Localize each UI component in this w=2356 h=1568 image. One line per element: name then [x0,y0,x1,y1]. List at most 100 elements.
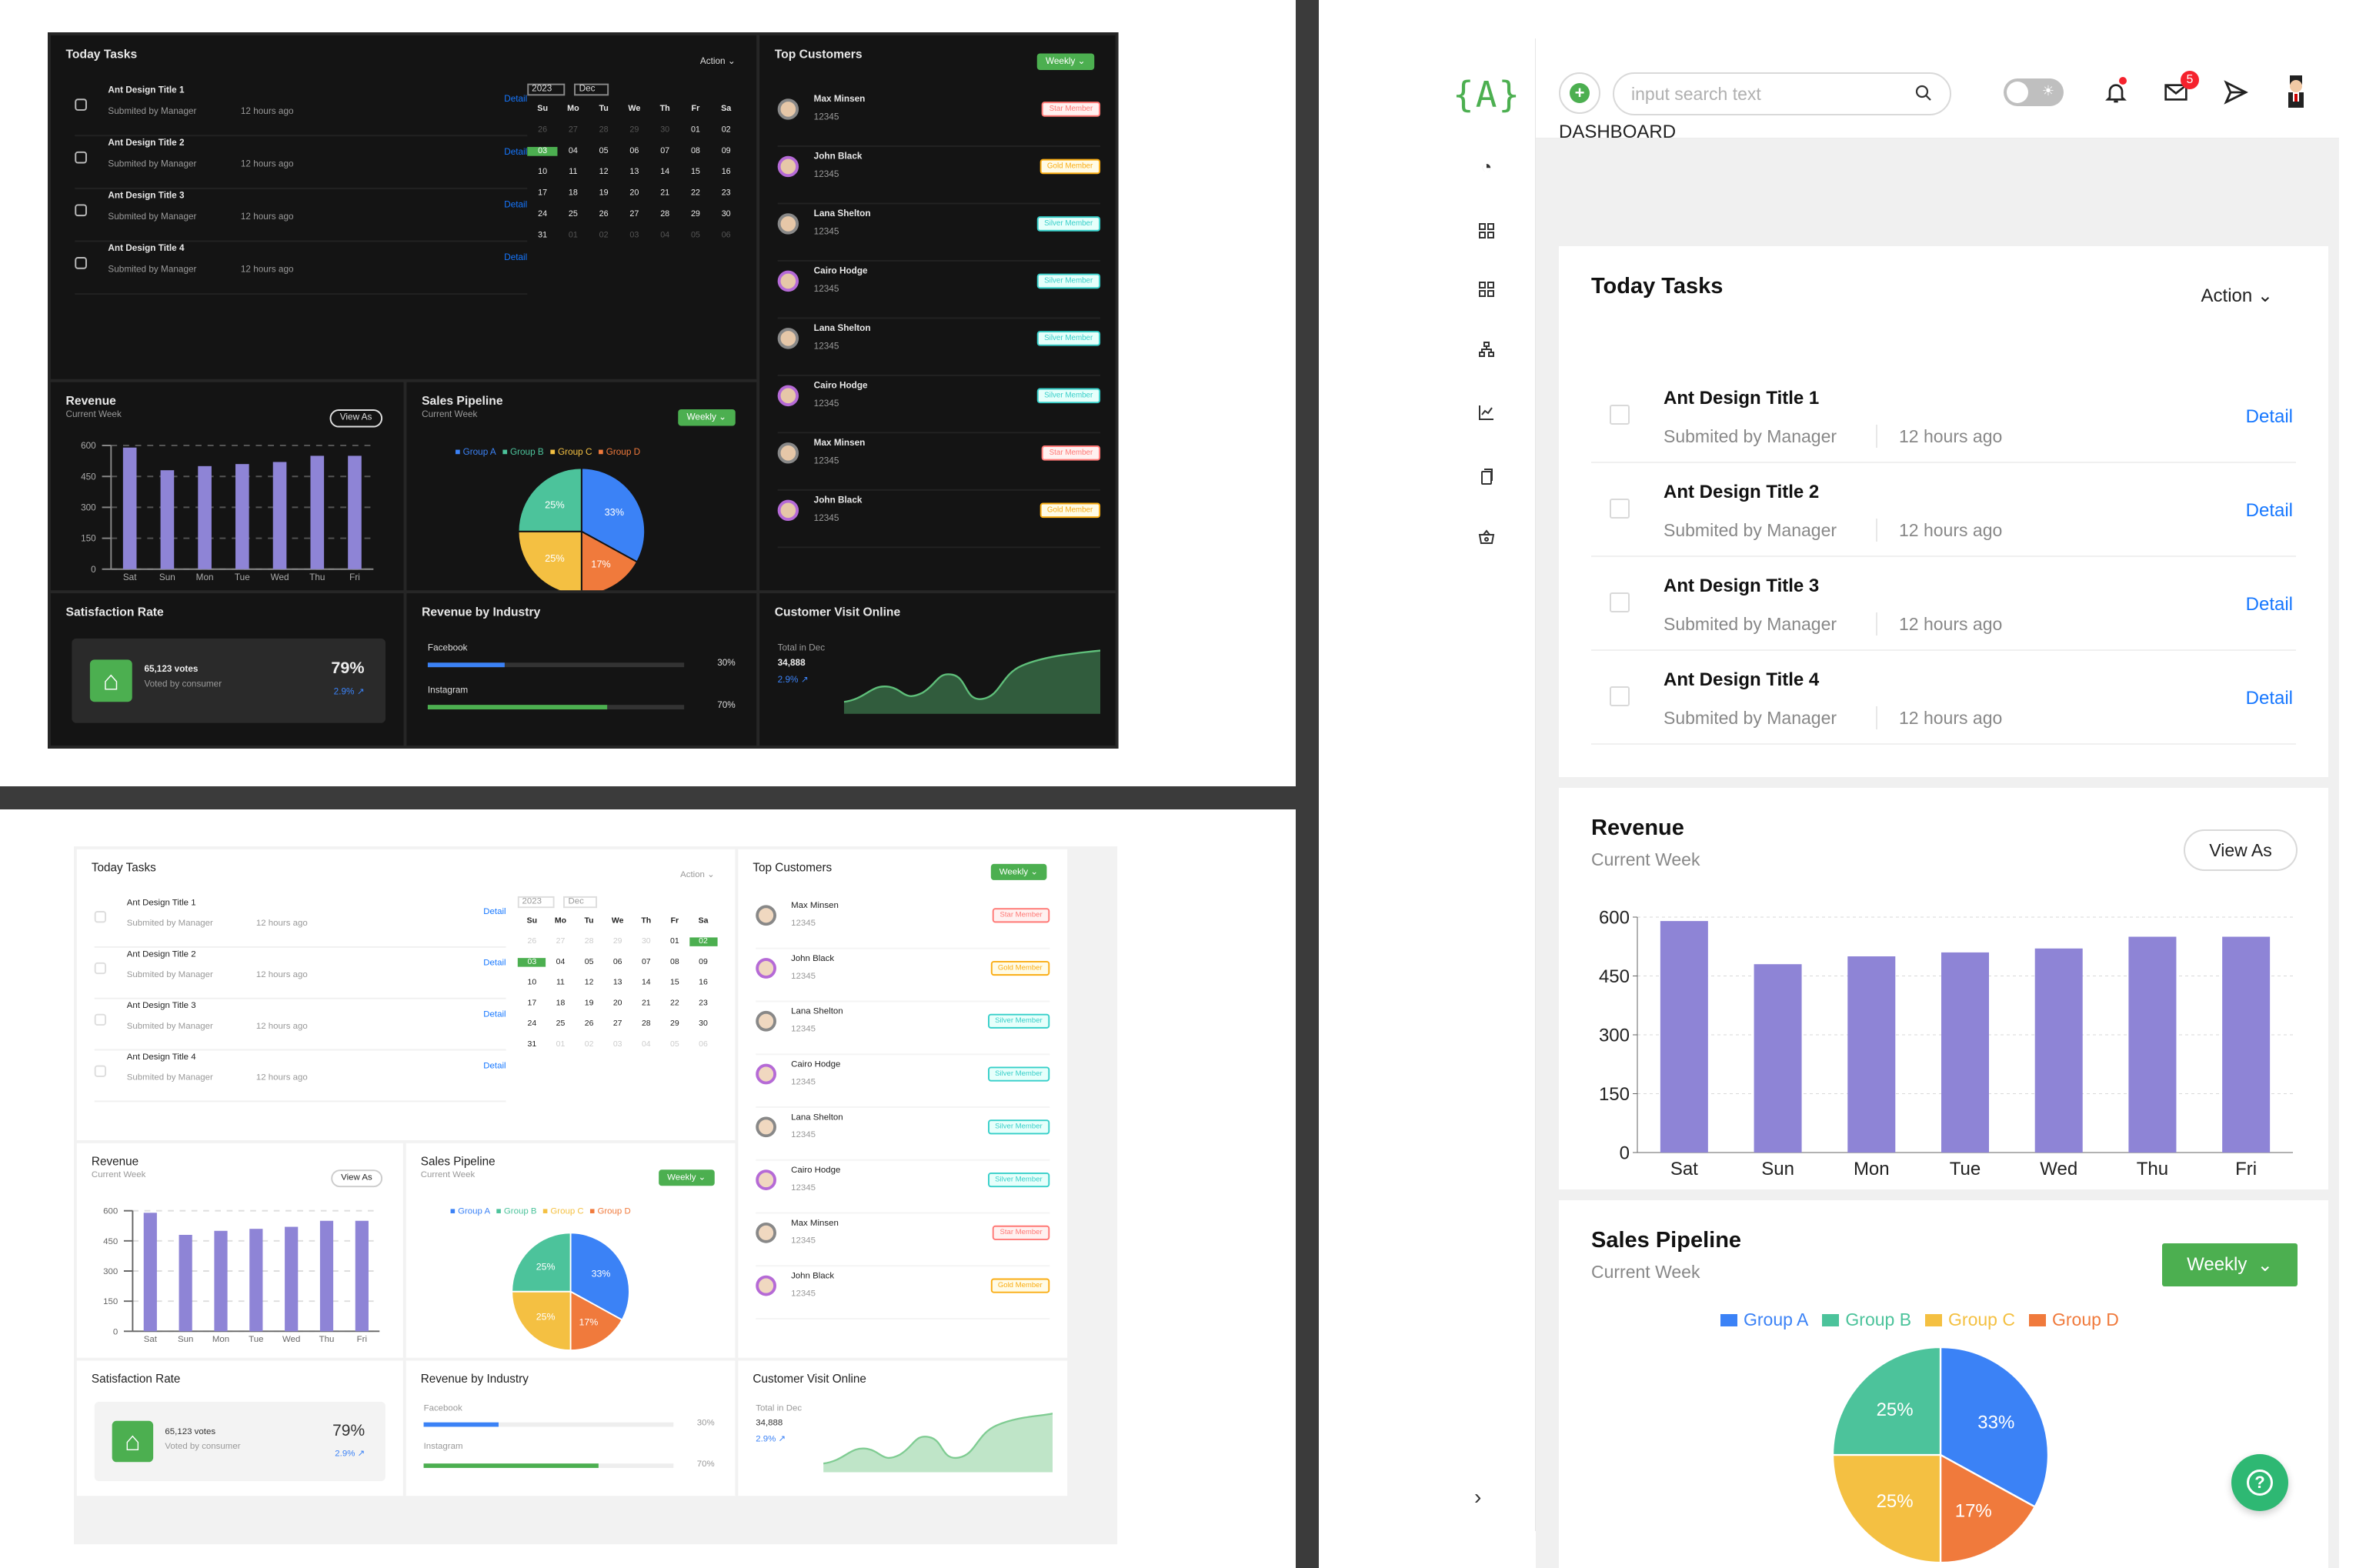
calendar-day[interactable]: 03 [603,1040,632,1049]
calendar-day[interactable]: 29 [660,1019,689,1028]
calendar-day[interactable]: 30 [711,210,742,219]
bar[interactable] [2034,948,2083,1153]
task-detail-link[interactable]: Detail [483,1011,506,1019]
bar[interactable] [198,465,212,569]
calendar-day[interactable]: 28 [589,126,619,135]
task-checkbox[interactable] [75,151,87,164]
action-dropdown[interactable]: Action ⌄ [2201,285,2273,307]
task-detail-link[interactable]: Detail [2246,406,2293,428]
task-checkbox[interactable] [1610,592,1630,612]
year-select[interactable]: 2023 [517,896,556,909]
customer-row[interactable]: John Black 12345 Gold Member [777,491,1101,549]
action-dropdown[interactable]: Action ⌄ [700,56,736,67]
calendar-day[interactable]: 12 [589,168,619,177]
send-button[interactable] [2219,75,2253,109]
calendar-day[interactable]: 01 [546,1040,575,1049]
calendar-day[interactable]: 30 [632,937,660,946]
view-as-button[interactable]: View As [330,1169,383,1188]
calendar-day[interactable]: 19 [589,189,619,199]
bar[interactable] [2128,936,2177,1153]
calendar-day[interactable]: 01 [558,232,589,241]
bar[interactable] [214,1230,228,1332]
bar[interactable] [179,1235,192,1332]
customer-row[interactable]: Max Minsen 12345 Star Member [756,1214,1050,1267]
calendar-day[interactable]: 05 [680,232,711,241]
bar[interactable] [355,1220,369,1332]
calendar-day[interactable]: 05 [660,1040,689,1049]
calendar-day[interactable]: 24 [518,1019,546,1028]
calendar-day[interactable]: 29 [603,937,632,946]
calendar-day[interactable]: 04 [649,232,680,241]
task-checkbox[interactable] [1610,405,1630,425]
calendar-day[interactable]: 10 [518,979,546,987]
bar[interactable] [235,464,249,569]
task-detail-link[interactable]: Detail [2246,688,2293,709]
search-input[interactable] [1631,74,1908,114]
action-dropdown[interactable]: Action ⌄ [680,870,715,879]
logo[interactable]: {A} [1453,74,1521,115]
calendar-day[interactable]: 22 [680,189,711,199]
task-checkbox[interactable] [94,1013,107,1026]
bar[interactable] [285,1226,299,1332]
notification-bell[interactable] [2099,75,2133,109]
line-chart-icon[interactable] [1474,400,1499,425]
calendar-day[interactable]: 09 [689,958,717,966]
basket-icon[interactable] [1474,525,1499,549]
apps-alt-icon[interactable] [1474,277,1499,302]
task-checkbox[interactable] [94,911,107,923]
calendar-day[interactable]: 03 [517,958,546,967]
legend-group-a[interactable]: Group A [1720,1309,1808,1330]
calendar-day[interactable]: 18 [546,999,575,1008]
calendar-day[interactable]: 26 [527,126,558,135]
cluster-icon[interactable] [1474,337,1499,362]
customer-row[interactable]: Cairo Hodge 12345 Silver Member [756,1161,1050,1214]
legend-group-d[interactable]: Group D [2028,1309,2119,1330]
task-checkbox[interactable] [94,1065,107,1077]
calendar-day[interactable]: 26 [518,937,546,946]
help-button[interactable]: ? [2231,1454,2288,1511]
task-detail-link[interactable]: Detail [483,908,506,916]
calendar-day[interactable]: 22 [660,999,689,1008]
calendar-day[interactable]: 11 [546,979,575,987]
bar[interactable] [160,470,175,569]
calendar-day[interactable]: 26 [575,1019,603,1028]
customer-row[interactable]: Lana Shelton 12345 Silver Member [777,319,1101,376]
calendar-day[interactable]: 15 [680,168,711,177]
copy-icon[interactable] [1474,465,1499,489]
calendar-day[interactable]: 28 [575,937,603,946]
bar[interactable] [310,455,325,569]
calendar-day[interactable]: 23 [711,189,742,199]
theme-toggle[interactable]: ☀ [2004,78,2064,106]
calendar-day[interactable]: 08 [660,958,689,966]
calendar-day[interactable]: 25 [558,210,589,219]
calendar-day[interactable]: 06 [619,147,650,156]
expand-sidebar-icon[interactable]: › [1474,1485,1481,1510]
task-checkbox[interactable] [75,257,87,269]
task-detail-link[interactable]: Detail [504,95,527,105]
customer-row[interactable]: Lana Shelton 12345 Silver Member [756,1002,1050,1056]
bar[interactable] [2222,936,2271,1153]
calendar-day[interactable]: 14 [649,168,680,177]
calendar-day[interactable]: 13 [603,979,632,987]
customer-row[interactable]: Cairo Hodge 12345 Silver Member [777,262,1101,319]
calendar-day[interactable]: 27 [546,937,575,946]
calendar-day[interactable]: 17 [518,999,546,1008]
customer-row[interactable]: Max Minsen 12345 Star Member [756,896,1050,949]
calendar-day[interactable]: 07 [649,147,680,156]
customer-row[interactable]: Lana Shelton 12345 Silver Member [756,1108,1050,1161]
calendar-day[interactable]: 20 [619,189,650,199]
calendar-day[interactable]: 27 [603,1019,632,1028]
task-detail-link[interactable]: Detail [483,959,506,968]
calendar-day[interactable]: 09 [711,147,742,156]
calendar-day[interactable]: 08 [680,147,711,156]
customer-row[interactable]: Cairo Hodge 12345 Silver Member [756,1055,1050,1108]
calendar-day[interactable]: 18 [558,189,589,199]
customer-row[interactable]: Max Minsen 12345 Star Member [777,433,1101,491]
view-as-button[interactable]: View As [2184,829,2298,871]
calendar-day[interactable]: 06 [689,1040,717,1049]
calendar-day[interactable]: 16 [711,168,742,177]
calendar-day[interactable]: 02 [589,232,619,241]
view-as-button[interactable]: View As [329,409,383,428]
calendar-day[interactable]: 17 [527,189,558,199]
customer-row[interactable]: Cairo Hodge 12345 Silver Member [777,376,1101,434]
